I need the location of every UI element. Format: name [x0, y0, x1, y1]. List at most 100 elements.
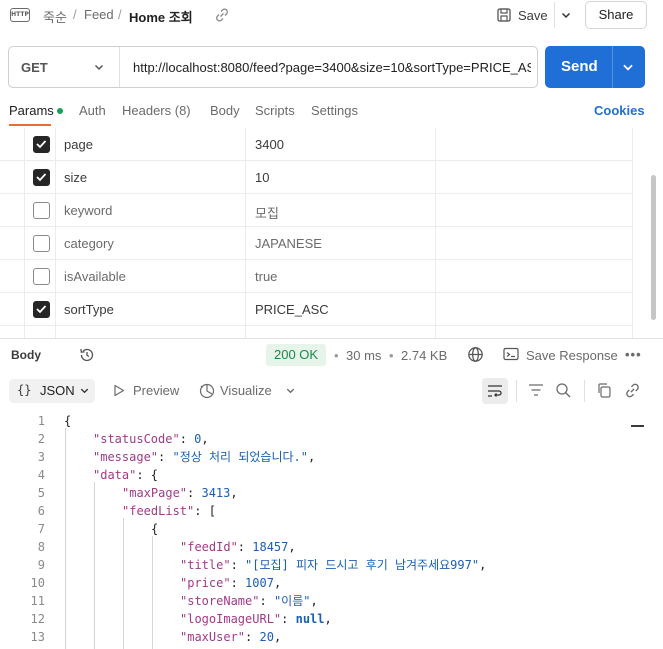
cell-border: [632, 161, 633, 194]
param-value[interactable]: true: [255, 269, 277, 284]
cell-border: [632, 293, 633, 326]
url-input[interactable]: http://localhost:8080/feed?page=3400&siz…: [133, 60, 531, 75]
code-text: {: [64, 412, 71, 430]
json-punct: :: [259, 594, 274, 608]
json-punct: : [: [194, 504, 216, 518]
filter-icon[interactable]: [527, 382, 545, 398]
line-number: 3: [37, 450, 45, 464]
param-checkbox[interactable]: [33, 136, 50, 153]
wrap-lines-button[interactable]: [482, 378, 508, 404]
check-icon: [36, 305, 47, 314]
tab-params[interactable]: Params: [9, 103, 54, 118]
edit-link-icon[interactable]: [214, 7, 230, 23]
param-value[interactable]: PRICE_ASC: [255, 302, 329, 317]
cell-border: [55, 128, 56, 161]
chevron-down-icon[interactable]: [285, 385, 296, 396]
param-value[interactable]: JAPANESE: [255, 236, 322, 251]
visualize-button[interactable]: Visualize: [220, 383, 272, 398]
cell-border: [632, 260, 633, 293]
save-response-icon: [503, 347, 519, 361]
breadcrumb-folder[interactable]: Feed: [84, 7, 114, 22]
method-select[interactable]: GET: [21, 60, 48, 75]
cell-border: [245, 128, 246, 161]
history-icon[interactable]: [78, 346, 96, 364]
param-value[interactable]: 모집: [255, 203, 279, 222]
save-response-button[interactable]: Save Response: [526, 348, 618, 363]
code-text: "feedId": 18457,: [180, 538, 296, 556]
send-button[interactable]: Send: [545, 46, 645, 88]
json-key: "statusCode": [93, 432, 180, 446]
param-checkbox[interactable]: [33, 202, 50, 219]
response-bar: Body 200 OK • 30 ms • 2.74 KB Save Respo…: [0, 339, 663, 371]
json-key: "price": [180, 576, 231, 590]
cell-border: [245, 161, 246, 194]
preview-button[interactable]: Preview: [133, 383, 179, 398]
response-body-label[interactable]: Body: [11, 348, 41, 362]
json-punct: :: [230, 576, 246, 590]
params-scrollbar[interactable]: [651, 175, 656, 320]
cell-border: [55, 260, 56, 293]
save-options-button[interactable]: [554, 2, 576, 28]
tab-body[interactable]: Body: [210, 103, 240, 118]
tab-auth[interactable]: Auth: [79, 103, 106, 118]
json-key: "maxPage": [122, 486, 188, 500]
line-number: 12: [30, 612, 45, 626]
breadcrumb-collection[interactable]: 죽순: [43, 7, 67, 26]
tab-settings[interactable]: Settings: [311, 103, 358, 118]
meta-separator: •: [389, 348, 394, 363]
param-value[interactable]: 3400: [255, 137, 284, 152]
copy-icon[interactable]: [596, 382, 612, 399]
param-value[interactable]: 10: [255, 170, 269, 185]
share-button[interactable]: Share: [585, 1, 647, 29]
param-checkbox[interactable]: [33, 268, 50, 285]
param-key[interactable]: isAvailable: [64, 269, 126, 284]
globe-icon[interactable]: [467, 346, 484, 363]
json-null: null: [295, 612, 325, 626]
send-label: Send: [561, 58, 598, 75]
search-icon[interactable]: [555, 382, 572, 399]
line-number: 9: [37, 558, 45, 572]
visualize-icon[interactable]: [198, 382, 216, 400]
save-button[interactable]: Save: [492, 2, 552, 28]
line-number: 2: [37, 432, 45, 446]
chevron-down-icon[interactable]: [93, 61, 105, 73]
tab-headers[interactable]: Headers (8): [122, 103, 191, 118]
response-size[interactable]: 2.74 KB: [401, 348, 447, 363]
param-key[interactable]: page: [64, 137, 93, 152]
code-line: 3 "message": "정상 처리 되었습니다.",: [0, 448, 663, 466]
json-punct: :: [187, 486, 202, 500]
param-checkbox[interactable]: [33, 235, 50, 252]
param-key[interactable]: sortType: [64, 302, 114, 317]
save-icon: [497, 8, 511, 22]
preview-icon[interactable]: [113, 384, 125, 397]
json-punct: ,: [307, 450, 316, 464]
code-line: 1{: [0, 412, 663, 430]
code-text: "price": 1007,: [180, 574, 281, 592]
cookies-link[interactable]: Cookies: [594, 103, 645, 118]
code-text: "feedList": [: [122, 502, 216, 520]
page-title[interactable]: Home 조회: [129, 7, 193, 26]
tab-scripts[interactable]: Scripts: [255, 103, 295, 118]
more-icon[interactable]: •••: [625, 347, 642, 362]
param-checkbox[interactable]: [33, 169, 50, 186]
breadcrumb-separator: /: [73, 7, 77, 22]
cell-border: [435, 161, 436, 194]
cell-border: [24, 194, 25, 227]
cell-border: [245, 194, 246, 227]
format-label: JSON: [40, 383, 75, 398]
response-time[interactable]: 30 ms: [346, 348, 381, 363]
param-key[interactable]: size: [64, 170, 87, 185]
link-icon[interactable]: [624, 382, 641, 399]
json-key: "message": [93, 450, 159, 464]
response-json-viewer[interactable]: 1{2 "statusCode": 0, 3 "message": "정상 처리 되었…: [0, 410, 663, 649]
chevron-down-icon[interactable]: [621, 60, 635, 74]
line-number: 13: [30, 630, 45, 644]
format-select[interactable]: {} JSON: [9, 379, 95, 403]
param-checkbox[interactable]: [33, 301, 50, 318]
json-string: "정상 처리 되었습니다.": [172, 450, 308, 464]
param-key[interactable]: category: [64, 236, 114, 251]
param-key[interactable]: keyword: [64, 203, 112, 218]
url-bar: GET http://localhost:8080/feed?page=3400…: [8, 46, 538, 88]
code-line: 11 "storeName": "이름",: [0, 592, 663, 610]
param-row: keyword 모집: [0, 194, 633, 227]
